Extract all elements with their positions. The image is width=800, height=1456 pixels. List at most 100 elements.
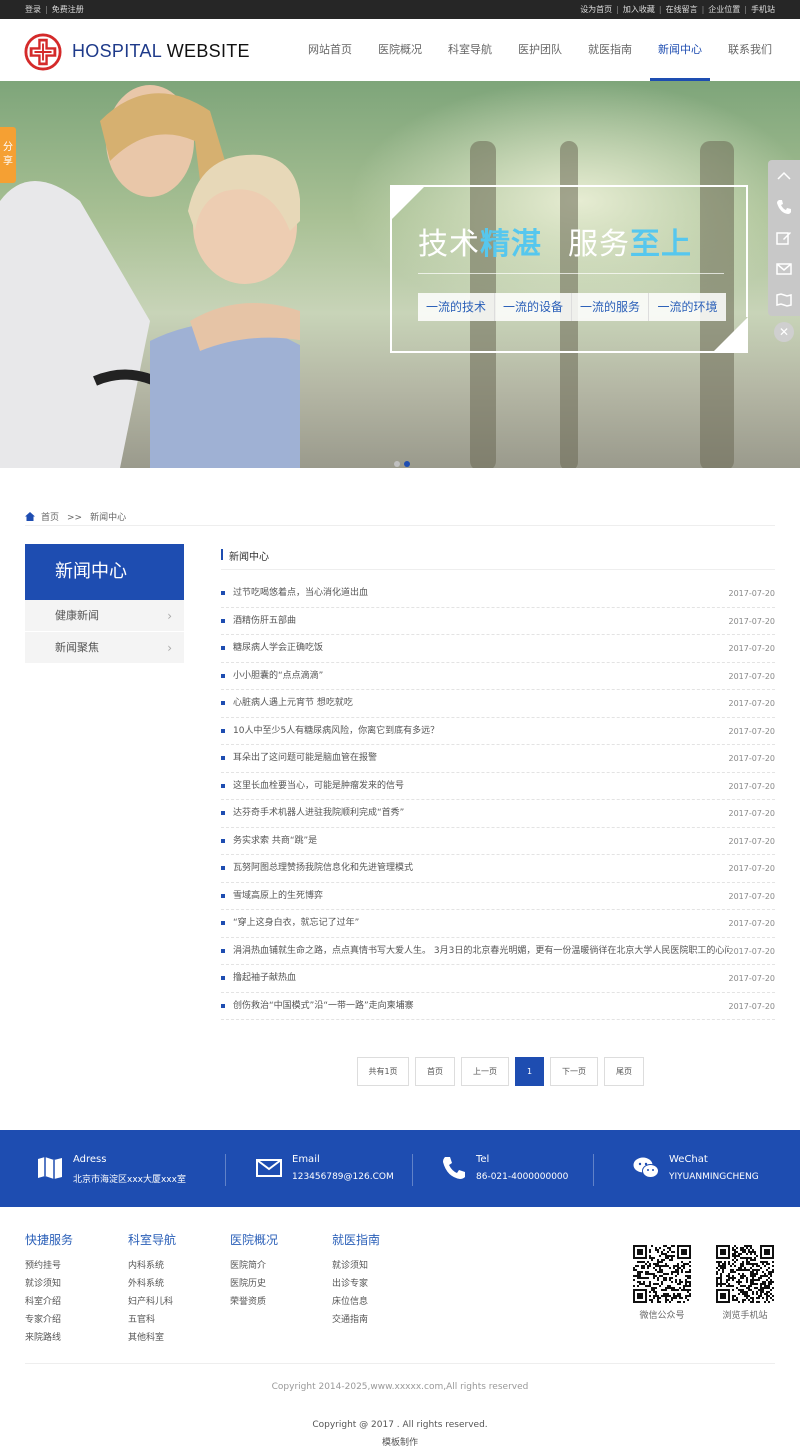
phone-icon[interactable] bbox=[768, 191, 800, 222]
pagination-first[interactable]: 首页 bbox=[415, 1057, 455, 1086]
news-title[interactable]: 达芬奇手术机器人进驻我院顺利完成“首秀” bbox=[233, 800, 404, 828]
footer-link[interactable]: 荣誉资质 bbox=[230, 1293, 278, 1311]
pagination-prev[interactable]: 上一页 bbox=[461, 1057, 509, 1086]
footer-link[interactable]: 来院路线 bbox=[25, 1329, 73, 1347]
news-item[interactable]: “穿上这身白衣，就忘记了过年” 2017-07-20 bbox=[221, 910, 775, 938]
breadcrumb-current: 新闻中心 bbox=[90, 513, 127, 523]
nav-hospital-overview[interactable]: 医院概况 bbox=[370, 19, 430, 81]
banner-dot-active[interactable] bbox=[404, 461, 410, 467]
share-tab[interactable]: 分享 bbox=[0, 127, 16, 183]
footer-link[interactable]: 医院历史 bbox=[230, 1275, 278, 1293]
nav-departments[interactable]: 科室导航 bbox=[440, 19, 500, 81]
news-title[interactable]: 务实求索 共商“跳”是 bbox=[233, 828, 317, 856]
news-item[interactable]: 瓦努阿图总理赞扬我院信息化和先进管理模式 2017-07-20 bbox=[221, 855, 775, 883]
sidebar-item-news-focus[interactable]: 新闻聚焦 › bbox=[25, 632, 184, 664]
news-title[interactable]: 糖尿病人学会正确吃饭 bbox=[233, 635, 323, 663]
news-title[interactable]: 创伤救治“中国模式”沿“一带一路”走向柬埔寨 bbox=[233, 993, 414, 1021]
bullet bbox=[221, 618, 225, 623]
news-date: 2017-07-20 bbox=[728, 616, 776, 626]
footer-link[interactable]: 外科系统 bbox=[128, 1275, 176, 1293]
news-item[interactable]: 撸起袖子献热血 2017-07-20 bbox=[221, 965, 775, 993]
bullet bbox=[221, 811, 225, 815]
news-title[interactable]: 耳朵出了这问题可能是脑血管在报警 bbox=[233, 745, 377, 773]
mail-icon[interactable] bbox=[768, 253, 800, 284]
footer-link[interactable]: 专家介绍 bbox=[25, 1311, 73, 1329]
news-title[interactable]: 小小胆囊的“点点滴滴” bbox=[233, 663, 323, 691]
nav-home[interactable]: 网站首页 bbox=[300, 19, 360, 81]
news-date: 2017-07-20 bbox=[728, 726, 776, 736]
scroll-up-icon[interactable] bbox=[768, 160, 800, 191]
news-title[interactable]: 10人中至少5人有糖尿病风险，你离它到底有多远？ bbox=[233, 718, 439, 746]
nav-guide[interactable]: 就医指南 bbox=[580, 19, 640, 81]
header: HOSPITAL WEBSITE 网站首页 医院概况 科室导航 医护团队 就医指… bbox=[0, 19, 800, 81]
footer-link[interactable]: 内科系统 bbox=[128, 1257, 176, 1275]
footer-link[interactable]: 五官科 bbox=[128, 1311, 176, 1329]
template-credit-link[interactable]: 模板制作 bbox=[0, 1435, 800, 1448]
news-item[interactable]: 务实求索 共商“跳”是 2017-07-20 bbox=[221, 828, 776, 856]
pagination-current[interactable]: 1 bbox=[515, 1057, 544, 1086]
contact-value[interactable]: 123456789@126.COM bbox=[292, 1172, 394, 1182]
news-item[interactable]: 创伤救治“中国模式”沿“一带一路”走向柬埔寨 2017-07-20 bbox=[221, 993, 775, 1021]
pagination-next[interactable]: 下一页 bbox=[550, 1057, 598, 1086]
close-icon[interactable]: ✕ bbox=[774, 322, 794, 342]
news-title[interactable]: 瓦努阿图总理赞扬我院信息化和先进管理模式 bbox=[233, 855, 413, 883]
edit-message-icon[interactable] bbox=[768, 222, 800, 253]
banner-slogan: 技术精湛 服务至上 bbox=[418, 227, 692, 262]
bullet bbox=[221, 838, 225, 843]
news-item[interactable]: 雪域高原上的生死博弈 2017-07-20 bbox=[221, 883, 775, 911]
news-item[interactable]: 涓涓热血铺就生命之路，点点真情书写大爱人生。 3月3日的北京春光明媚，更有一份温… bbox=[221, 938, 775, 966]
red-cross-logo-icon[interactable] bbox=[24, 33, 62, 71]
news-item[interactable]: 10人中至少5人有糖尿病风险，你离它到底有多远？ 2017-07-20 bbox=[221, 718, 776, 746]
news-item[interactable]: 这里长血栓要当心，可能是肿瘤发来的信号 2017-07-20 bbox=[221, 773, 775, 801]
news-title[interactable]: 涓涓热血铺就生命之路，点点真情书写大爱人生。 3月3日的北京春光明媚，更有一份温… bbox=[233, 938, 729, 966]
footer-link[interactable]: 预约挂号 bbox=[25, 1257, 73, 1275]
news-title[interactable]: 过节吃喝悠着点，当心消化道出血 bbox=[233, 580, 368, 608]
nav-medical-team[interactable]: 医护团队 bbox=[510, 19, 570, 81]
breadcrumb-home[interactable]: 首页 bbox=[41, 513, 59, 523]
news-item[interactable]: 心脏病人遇上元宵节 想吃就吃 2017-07-20 bbox=[221, 690, 775, 718]
nav-contact[interactable]: 联系我们 bbox=[720, 19, 780, 81]
news-item[interactable]: 耳朵出了这问题可能是脑血管在报警 2017-07-20 bbox=[221, 745, 775, 773]
news-title[interactable]: 这里长血栓要当心，可能是肿瘤发来的信号 bbox=[233, 773, 404, 801]
pagination: 共有1页 首页 上一页 1 下一页 尾页 bbox=[357, 1057, 650, 1086]
footer-link[interactable]: 其他科室 bbox=[128, 1329, 176, 1347]
news-title[interactable]: 心脏病人遇上元宵节 想吃就吃 bbox=[233, 690, 353, 718]
news-item[interactable]: 过节吃喝悠着点，当心消化道出血 2017-07-20 bbox=[221, 580, 775, 608]
news-item[interactable]: 小小胆囊的“点点滴滴” 2017-07-20 bbox=[221, 663, 775, 691]
news-item[interactable]: 糖尿病人学会正确吃饭 2017-07-20 bbox=[221, 635, 775, 663]
map-book-icon[interactable] bbox=[768, 284, 800, 315]
news-item[interactable]: 酒精伤肝五部曲 2017-07-20 bbox=[221, 608, 776, 636]
home-icon[interactable] bbox=[25, 512, 35, 521]
company-location-link[interactable]: 企业位置 bbox=[708, 5, 740, 14]
online-message-link[interactable]: 在线留言 bbox=[666, 5, 698, 14]
nav-news-center[interactable]: 新闻中心 bbox=[650, 19, 710, 81]
footer-link[interactable]: 科室介绍 bbox=[25, 1293, 73, 1311]
set-homepage-link[interactable]: 设为首页 bbox=[580, 5, 612, 14]
bullet bbox=[221, 893, 225, 898]
banner-dot[interactable] bbox=[394, 461, 400, 467]
footer-link[interactable]: 交通指南 bbox=[332, 1311, 380, 1329]
footer-link[interactable]: 医院简介 bbox=[230, 1257, 278, 1275]
contact-value[interactable]: 86-021-4000000000 bbox=[476, 1172, 568, 1182]
news-title[interactable]: “穿上这身白衣，就忘记了过年” bbox=[233, 910, 359, 938]
qr-label: 微信公众号 bbox=[639, 1311, 685, 1321]
news-item[interactable]: 达芬奇手术机器人进驻我院顺利完成“首秀” 2017-07-20 bbox=[221, 800, 775, 828]
add-favorite-link[interactable]: 加入收藏 bbox=[623, 5, 655, 14]
news-title[interactable]: 雪域高原上的生死博弈 bbox=[233, 883, 323, 911]
footer-link[interactable]: 床位信息 bbox=[332, 1293, 380, 1311]
mobile-site-link[interactable]: 手机站 bbox=[751, 5, 775, 14]
news-title[interactable]: 撸起袖子献热血 bbox=[233, 965, 296, 993]
login-link[interactable]: 登录 bbox=[25, 5, 41, 14]
register-link[interactable]: 免费注册 bbox=[52, 5, 84, 14]
footer-link[interactable]: 出诊专家 bbox=[332, 1275, 380, 1293]
news-date: 2017-07-20 bbox=[728, 836, 776, 846]
footer-link[interactable]: 就诊须知 bbox=[25, 1275, 73, 1293]
news-title[interactable]: 酒精伤肝五部曲 bbox=[233, 608, 296, 636]
sidebar-item-health-news[interactable]: 健康新闻 › bbox=[25, 600, 184, 632]
bullet bbox=[221, 673, 225, 678]
site-logo-text[interactable]: HOSPITAL WEBSITE bbox=[72, 41, 250, 62]
pagination-last[interactable]: 尾页 bbox=[604, 1057, 644, 1086]
footer-link[interactable]: 妇产科儿科 bbox=[128, 1293, 176, 1311]
footer-column: 快捷服务 预约挂号 就诊须知 科室介绍 专家介绍 来院路线 bbox=[25, 1231, 73, 1347]
footer-link[interactable]: 就诊须知 bbox=[332, 1257, 380, 1275]
